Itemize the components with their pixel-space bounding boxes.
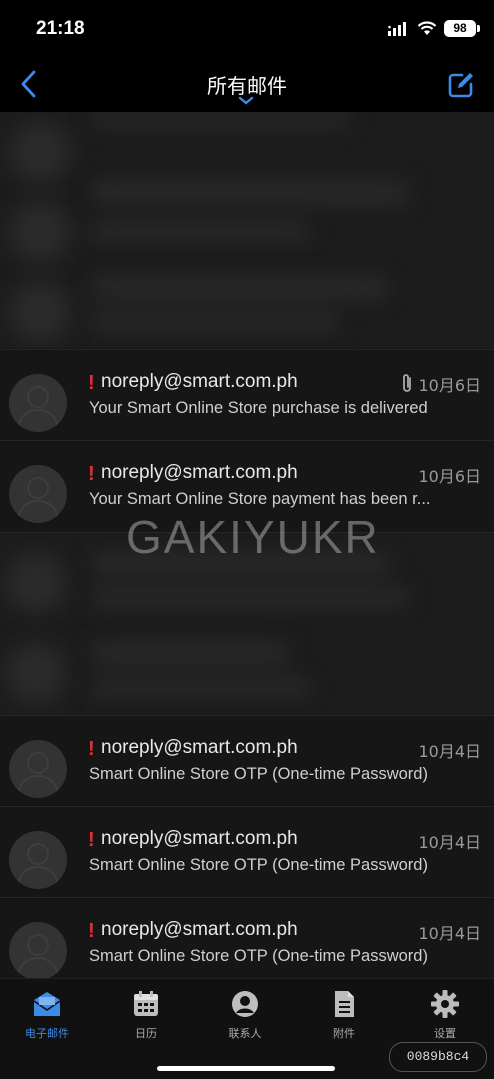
important-flag-icon: ! — [88, 372, 95, 394]
signal-icon — [388, 21, 406, 36]
nav-bar: 所有邮件 — [0, 60, 494, 112]
attachment-file-icon — [335, 991, 354, 1017]
mail-sender: noreply@smart.com.ph — [101, 919, 298, 940]
important-flag-icon: ! — [88, 920, 95, 942]
mail-sender: noreply@smart.com.ph — [101, 371, 298, 392]
tab-label: 日历 — [135, 1027, 157, 1040]
mail-sender: noreply@smart.com.ph — [101, 462, 298, 483]
mail-subject: Your Smart Online Store payment has been… — [89, 490, 431, 508]
blurred-mail-rows — [0, 112, 494, 348]
avatar — [9, 922, 67, 978]
compose-icon[interactable] — [446, 70, 476, 100]
status-time: 21:18 — [36, 18, 85, 39]
mail-row[interactable]: ! noreply@smart.com.ph 10月6日 Your Smart … — [0, 349, 494, 440]
calendar-icon — [134, 991, 158, 1016]
person-placeholder-icon — [18, 934, 58, 975]
mail-subject: Smart Online Store OTP (One-time Passwor… — [89, 856, 428, 874]
avatar — [9, 465, 67, 523]
watermark: GAKIYUKR — [126, 511, 380, 563]
mail-sender: noreply@smart.com.ph — [101, 737, 298, 758]
tab-calendar[interactable]: 日历 — [106, 989, 186, 1041]
hash-badge: 0089b8c4 — [389, 1042, 487, 1072]
mail-date: 10月4日 — [418, 833, 481, 852]
paperclip-icon — [403, 374, 411, 392]
avatar — [9, 740, 67, 798]
page-title[interactable]: 所有邮件 — [0, 70, 494, 99]
avatar — [9, 831, 67, 889]
chevron-down-icon[interactable] — [238, 96, 254, 106]
mail-icon — [33, 992, 61, 1016]
tab-attachments[interactable]: 附件 — [304, 989, 384, 1041]
person-placeholder-icon — [18, 386, 58, 427]
mail-date: 10月6日 — [418, 376, 481, 395]
mail-subject: Smart Online Store OTP (One-time Passwor… — [89, 947, 428, 965]
mail-subject: Smart Online Store OTP (One-time Passwor… — [89, 765, 428, 783]
person-placeholder-icon — [18, 752, 58, 793]
person-placeholder-icon — [18, 477, 58, 518]
mail-date: 10月6日 — [418, 467, 481, 486]
home-indicator[interactable] — [157, 1066, 335, 1071]
mail-row[interactable]: ! noreply@smart.com.ph 10月4日 Smart Onlin… — [0, 806, 494, 897]
tab-label: 电子邮件 — [25, 1027, 69, 1040]
mail-row[interactable]: ! noreply@smart.com.ph 10月4日 Smart Onlin… — [0, 897, 494, 978]
tab-label: 附件 — [333, 1027, 355, 1040]
status-icons: 98 — [388, 20, 480, 37]
person-placeholder-icon — [18, 843, 58, 884]
contact-icon — [232, 991, 258, 1017]
mail-subject: Your Smart Online Store purchase is deli… — [89, 399, 428, 417]
tab-label: 设置 — [434, 1027, 456, 1040]
status-bar: 21:18 98 — [0, 0, 494, 60]
important-flag-icon: ! — [88, 829, 95, 851]
tab-label: 联系人 — [228, 1027, 262, 1040]
mail-row[interactable]: ! noreply@smart.com.ph 10月4日 Smart Onlin… — [0, 715, 494, 806]
tab-settings[interactable]: 设置 — [405, 989, 485, 1041]
tab-mail[interactable]: 电子邮件 — [7, 989, 87, 1041]
mail-date: 10月4日 — [418, 924, 481, 943]
tab-contacts[interactable]: 联系人 — [205, 989, 285, 1041]
wifi-icon — [417, 21, 437, 35]
avatar — [9, 374, 67, 432]
battery-indicator: 98 — [444, 20, 480, 37]
gear-icon — [431, 990, 459, 1018]
important-flag-icon: ! — [88, 463, 95, 485]
mail-date: 10月4日 — [418, 742, 481, 761]
mail-sender: noreply@smart.com.ph — [101, 828, 298, 849]
important-flag-icon: ! — [88, 738, 95, 760]
